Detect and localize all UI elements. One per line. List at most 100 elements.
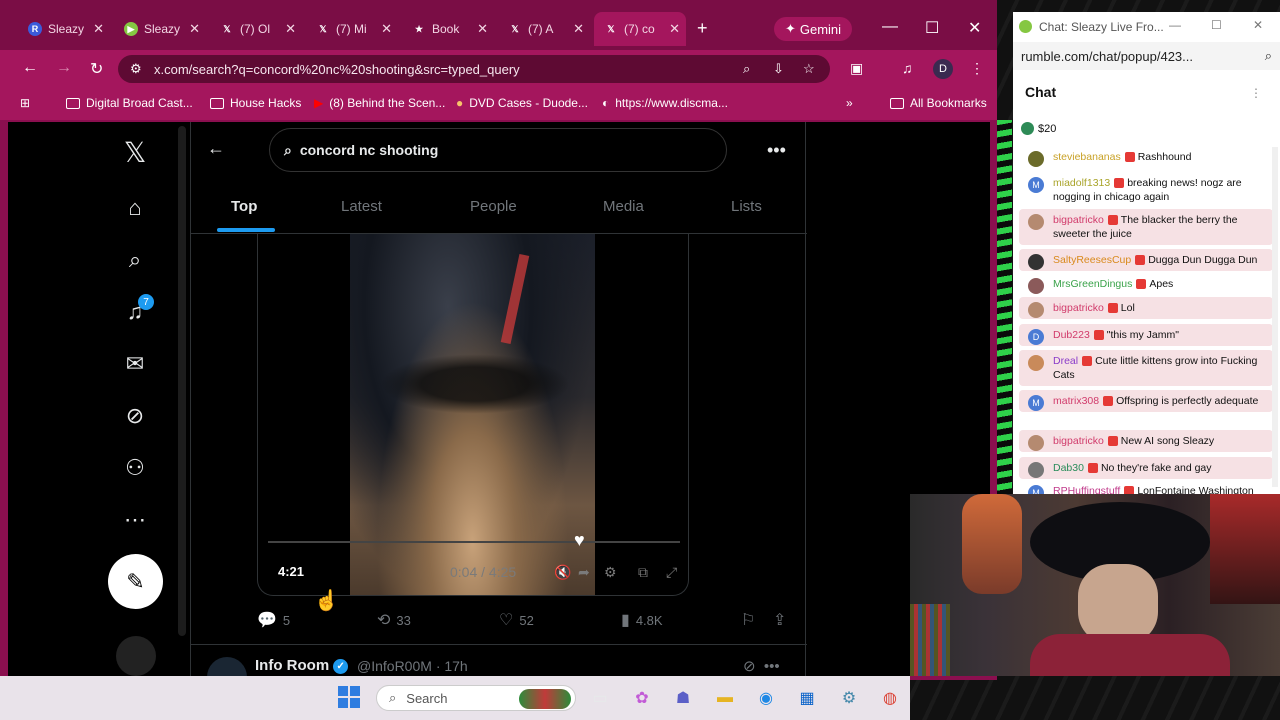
- mute-icon[interactable]: 🔇: [554, 564, 571, 581]
- site-settings-icon[interactable]: ⚙: [130, 61, 142, 77]
- more-bookmarks-icon[interactable]: »: [846, 96, 853, 110]
- views-button[interactable]: ▮ 4.8K: [621, 610, 663, 630]
- bookmark-icon[interactable]: ⚐: [741, 610, 755, 630]
- avatar[interactable]: [1028, 254, 1044, 270]
- next-post[interactable]: Info Room ✓ @InfoR00M · 17h ⊘ •••: [191, 644, 807, 697]
- avatar[interactable]: [1028, 278, 1044, 294]
- chat-username[interactable]: bigpatricko: [1053, 435, 1104, 447]
- maximize-icon[interactable]: ☐: [925, 18, 939, 38]
- home-icon[interactable]: ⌂: [121, 194, 149, 222]
- forward-arrow-icon[interactable]: →: [56, 59, 72, 77]
- bookmark-star-icon[interactable]: ☆: [803, 61, 815, 77]
- install-icon[interactable]: ⇩: [773, 61, 784, 77]
- more-options-icon[interactable]: •••: [764, 658, 780, 675]
- chat-username[interactable]: steviebananas: [1053, 151, 1121, 163]
- chat-url-bar[interactable]: rumble.com/chat/popup/423... ⌕: [1013, 42, 1280, 70]
- tab-people[interactable]: People: [470, 198, 517, 215]
- tab-latest[interactable]: Latest: [341, 198, 382, 215]
- share-icon[interactable]: ➦: [578, 564, 590, 581]
- close-tab-icon[interactable]: ✕: [669, 21, 680, 37]
- browser-tab[interactable]: R Sleazy ✕: [18, 14, 110, 44]
- close-tab-icon[interactable]: ✕: [573, 21, 584, 37]
- profile-avatar[interactable]: D: [933, 59, 953, 79]
- maximize-icon[interactable]: ☐: [1211, 18, 1222, 32]
- share-icon[interactable]: ⇪: [773, 610, 786, 630]
- chat-username[interactable]: SaltyReesesCup: [1053, 254, 1131, 266]
- close-tab-icon[interactable]: ✕: [189, 21, 200, 37]
- apps-grid-icon[interactable]: ⊞: [20, 96, 30, 110]
- bookmark-item[interactable]: ● DVD Cases - Duode...: [456, 96, 588, 110]
- browser-tab-active[interactable]: 𝕏 (7) co ✕: [594, 12, 686, 46]
- video-player[interactable]: ♥ 4:21 0:04 / 4:25 🔇 ➦ ⚙ ⧉ ⤢: [257, 234, 689, 596]
- chat-username[interactable]: Dub223: [1053, 329, 1090, 341]
- copilot-icon[interactable]: ✿: [630, 686, 654, 710]
- taskbar-search[interactable]: ⌕ Search: [376, 685, 576, 711]
- x-logo-icon[interactable]: 𝕏: [121, 137, 149, 168]
- gemini-button[interactable]: ✦ Gemini: [774, 17, 852, 41]
- avatar[interactable]: [1028, 355, 1044, 371]
- minimize-icon[interactable]: —: [1169, 18, 1181, 32]
- search-icon[interactable]: ⌕: [121, 246, 149, 274]
- chat-username[interactable]: bigpatricko: [1053, 302, 1104, 314]
- new-tab-button[interactable]: +: [697, 18, 708, 39]
- tab-search-icon[interactable]: ▣: [850, 60, 863, 77]
- chrome-icon[interactable]: ◍: [878, 686, 902, 710]
- fullscreen-icon[interactable]: ⤢: [666, 564, 677, 581]
- settings-icon[interactable]: ⚙: [604, 564, 617, 581]
- search-input[interactable]: ⌕ concord nc shooting: [269, 128, 727, 172]
- browser-tab[interactable]: 𝕏 (7) A ✕: [498, 14, 590, 44]
- more-options-icon[interactable]: •••: [767, 140, 786, 161]
- media-icon[interactable]: ♫: [902, 60, 913, 76]
- bookmark-item[interactable]: ◐ https://www.discma...: [602, 96, 728, 110]
- zoom-icon[interactable]: ⌕: [1265, 48, 1272, 64]
- chat-username[interactable]: miadolf1313: [1053, 177, 1110, 189]
- close-tab-icon[interactable]: ✕: [285, 21, 296, 37]
- bookmark-item[interactable]: ▶ (8) Behind the Scen...: [314, 96, 445, 110]
- like-button[interactable]: ♡ 52: [499, 610, 534, 630]
- bookmark-item[interactable]: House Hacks: [210, 96, 301, 110]
- address-bar[interactable]: ⚙ x.com/search?q=concord%20nc%20shooting…: [118, 55, 830, 83]
- grok-icon[interactable]: ⊘: [121, 402, 149, 430]
- zoom-icon[interactable]: ⌕: [743, 61, 750, 77]
- avatar[interactable]: D: [1028, 329, 1044, 345]
- avatar[interactable]: [1028, 435, 1044, 451]
- chat-menu-icon[interactable]: ⋮: [1250, 86, 1262, 100]
- post-button[interactable]: ✎: [108, 554, 163, 609]
- settings-icon[interactable]: ⚙: [837, 686, 861, 710]
- back-arrow-icon[interactable]: ←: [22, 59, 38, 77]
- file-explorer-icon[interactable]: ▬: [713, 686, 737, 710]
- more-circle-icon[interactable]: ⋯: [121, 506, 149, 534]
- close-tab-icon[interactable]: ✕: [381, 21, 392, 37]
- avatar[interactable]: [1028, 302, 1044, 318]
- browser-tab[interactable]: ▶ Sleazy ✕: [114, 14, 206, 44]
- teams-icon[interactable]: ☗: [671, 686, 695, 710]
- chat-scrollbar[interactable]: [1272, 147, 1278, 487]
- tab-media[interactable]: Media: [603, 198, 644, 215]
- author-handle[interactable]: @InfoR00M · 17h: [357, 658, 468, 674]
- pip-icon[interactable]: ⧉: [638, 564, 648, 581]
- reload-icon[interactable]: ↻: [90, 59, 103, 79]
- taskview-icon[interactable]: ▭: [588, 686, 612, 710]
- avatar[interactable]: M: [1028, 395, 1044, 411]
- chat-username[interactable]: MrsGreenDingus: [1053, 278, 1132, 290]
- close-window-icon[interactable]: ✕: [968, 18, 981, 38]
- avatar[interactable]: [116, 636, 156, 676]
- edge-icon[interactable]: ◉: [754, 686, 778, 710]
- avatar[interactable]: [1028, 151, 1044, 167]
- chat-username[interactable]: matrix308: [1053, 395, 1099, 407]
- reply-button[interactable]: 💬 5: [257, 610, 290, 630]
- bookmark-item[interactable]: Digital Broad Cast...: [66, 96, 193, 110]
- browser-tab[interactable]: 𝕏 (7) Mi ✕: [306, 14, 398, 44]
- tab-top[interactable]: Top: [231, 198, 257, 215]
- all-bookmarks[interactable]: All Bookmarks: [890, 96, 987, 110]
- avatar[interactable]: [1028, 214, 1044, 230]
- repost-button[interactable]: ⟲ 33: [377, 610, 411, 630]
- back-arrow-icon[interactable]: ←: [207, 138, 225, 159]
- author-name[interactable]: Info Room ✓: [255, 657, 349, 674]
- windows-start-icon[interactable]: [338, 686, 360, 708]
- chat-username[interactable]: bigpatricko: [1053, 214, 1104, 226]
- close-window-icon[interactable]: ✕: [1253, 18, 1263, 32]
- browser-tab[interactable]: ★ Book ✕: [402, 14, 494, 44]
- scrollbar[interactable]: [178, 126, 186, 636]
- chat-username[interactable]: Dab30: [1053, 462, 1084, 474]
